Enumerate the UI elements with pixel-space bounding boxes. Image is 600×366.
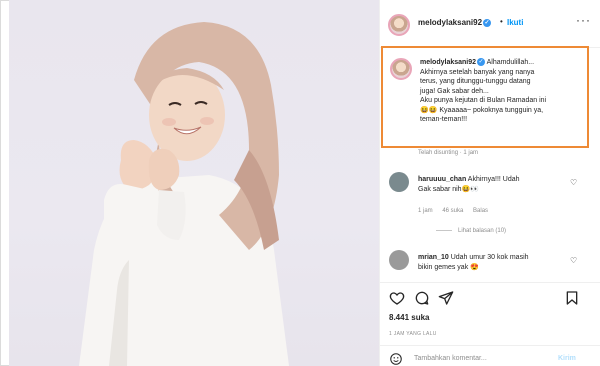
share-icon[interactable] xyxy=(438,290,454,306)
comment-text: haruuuu_chan Akhirnya!!! Udah Gak sabar … xyxy=(418,175,568,195)
comment-text: mrian_10 Udah umur 30 kok masih bikin ge… xyxy=(418,253,568,273)
author-username[interactable]: melodylaksani92 ✓ xyxy=(418,18,492,27)
caption-line-3: juga! Gak sabar deh... xyxy=(420,87,489,95)
caption-line-2: terus, yang ditunggu-tunggu datang xyxy=(420,78,531,85)
view-replies-button[interactable]: Lihat balasan (10) xyxy=(436,228,506,234)
comment-line-2: bikin gemes yak 😍 xyxy=(418,264,479,271)
caption-line-4: Aku punya kejutan di Bulan Ramadan ini xyxy=(420,97,547,104)
caption-username[interactable]: melodylaksani92 xyxy=(420,59,476,66)
likes-count[interactable]: 8.441 suka xyxy=(389,313,429,322)
comment-time: 1 jam xyxy=(418,208,433,214)
more-options-icon[interactable]: ··· xyxy=(576,13,591,27)
caption-avatar[interactable] xyxy=(390,58,412,80)
comment-likes[interactable]: 46 suka xyxy=(442,208,463,214)
post-side-panel: melodylaksani92 ✓ • Ikuti ··· melodylaksa… xyxy=(379,0,600,366)
caption-meta: Telah disunting · 1 jam xyxy=(418,150,479,156)
comment-reply-button[interactable]: Balas xyxy=(473,208,488,214)
author-username-text[interactable]: melodylaksani92 xyxy=(418,18,482,27)
post-photo[interactable] xyxy=(9,0,379,366)
comment-line-1: Udah umur 30 kok masih xyxy=(450,254,529,261)
post-time: 1 JAM YANG LALU xyxy=(389,331,437,337)
comment-meta: 1 jam 46 suka Balas xyxy=(418,208,496,214)
caption-highlight: melodylaksani92 ✓ Alhamdulillah... Akhirn… xyxy=(381,46,589,148)
comment-like-icon[interactable]: ♡ xyxy=(570,178,577,187)
caption-line-5: 😆😆 Kyaaaaa~ pokoknya tungguin ya, xyxy=(420,106,544,114)
caption-text: melodylaksani92 ✓ Alhamdulillah... Akhirn… xyxy=(420,58,588,125)
emoji-icon[interactable] xyxy=(389,352,403,366)
comment-like-icon[interactable]: ♡ xyxy=(570,256,577,265)
comment-line-2: Gak sabar nih😆👀 xyxy=(418,186,480,193)
send-button[interactable]: Kirim xyxy=(558,355,576,362)
caption-line-1: Akhirnya setelah banyak yang nanya xyxy=(420,68,535,76)
caption-line-0: Alhamdulillah... xyxy=(486,59,535,66)
heart-icon[interactable] xyxy=(389,290,405,306)
comment-icon[interactable] xyxy=(414,290,430,306)
separator-dot: • xyxy=(500,17,503,26)
follow-button[interactable]: Ikuti xyxy=(507,18,523,27)
comment-input[interactable]: Tambahkan komentar... xyxy=(414,355,487,362)
bookmark-icon[interactable] xyxy=(564,290,580,306)
commenter-username[interactable]: mrian_10 xyxy=(418,254,449,261)
post-actions xyxy=(380,282,600,312)
commenter-avatar[interactable] xyxy=(389,172,409,192)
verified-icon: ✓ xyxy=(477,58,486,67)
post-header: melodylaksani92 ✓ • Ikuti ··· xyxy=(380,0,600,48)
woman-in-hijab-illustration xyxy=(79,22,289,366)
add-comment-bar: Tambahkan komentar... Kirim xyxy=(380,345,600,366)
verified-icon: ✓ xyxy=(483,18,492,27)
commenter-username[interactable]: haruuuu_chan xyxy=(418,176,466,183)
comment-line-1: Akhirnya!!! Udah xyxy=(467,176,520,183)
commenter-avatar[interactable] xyxy=(389,250,409,270)
author-avatar[interactable] xyxy=(388,14,410,36)
caption-line-6: teman-teman!!! xyxy=(420,116,468,123)
